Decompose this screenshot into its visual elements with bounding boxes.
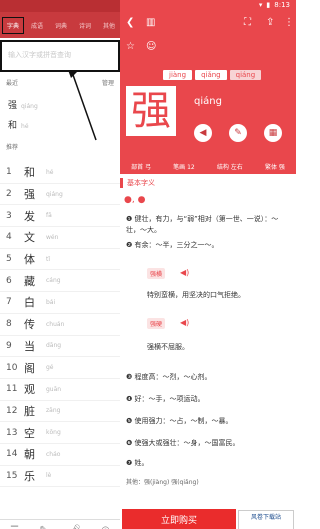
annotation-arrows: [68, 70, 97, 141]
arrow-line: [71, 71, 97, 141]
arrow-head: [68, 70, 77, 78]
